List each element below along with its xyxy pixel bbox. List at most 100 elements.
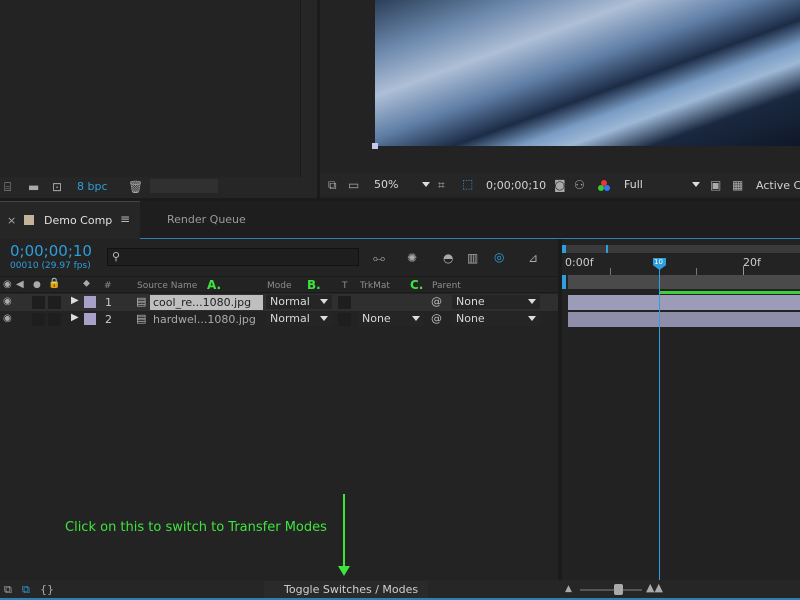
annotation-text: Click on this to switch to Transfer Mode… [65, 520, 327, 535]
layer-number: 2 [105, 313, 112, 326]
label-tag-icon[interactable]: ⬥ [83, 277, 90, 291]
mode-value: Normal [270, 295, 310, 308]
marker-c: C. [410, 278, 424, 292]
tab-demo-comp[interactable]: × Demo Comp ≡ [0, 201, 140, 239]
monitor-icon[interactable]: ▭ [348, 178, 359, 192]
safe-margins-icon[interactable]: ⌗ [438, 178, 445, 192]
viewer-anchor-handle[interactable] [372, 143, 378, 149]
audio-toggle[interactable] [32, 296, 45, 309]
column-parent[interactable]: Parent [432, 281, 461, 291]
lock-icon[interactable]: 🔒 [48, 277, 60, 291]
parent-pickwhip-icon[interactable]: @ [431, 295, 442, 308]
frame-blending-icon[interactable]: ▥ [467, 251, 478, 265]
graph-editor-icon[interactable]: ⊿ [528, 251, 538, 265]
work-area-bar[interactable] [562, 275, 800, 289]
layer-switches-pane-icon[interactable]: ⧉ [4, 583, 12, 597]
layer-name[interactable]: hardwel...1080.jpg [153, 313, 256, 326]
column-source-name[interactable]: Source Name [137, 281, 197, 291]
footage-file-icon: ▤ [136, 295, 147, 308]
layer-label-color[interactable] [84, 296, 96, 308]
preserve-transparency-toggle[interactable] [338, 313, 351, 326]
layer-search-field[interactable]: ⚲ [107, 248, 359, 266]
project-list-area [0, 0, 300, 177]
project-panel: ⌸ ▬ ⊡ 8 bpc 🗑 [0, 0, 317, 198]
audio-toggle[interactable] [32, 313, 45, 326]
expand-triangle-icon[interactable]: ▶ [71, 295, 79, 306]
eye-icon[interactable]: ◉ [3, 295, 12, 309]
zoom-out-mountain-icon[interactable]: ▲ [565, 582, 572, 596]
tab-menu-icon[interactable]: ≡ [120, 212, 130, 226]
mode-dropdown[interactable]: Normal [266, 295, 332, 309]
transfer-controls-pane-icon[interactable]: ⧉ [22, 583, 30, 597]
preserve-transparency-toggle[interactable] [338, 296, 351, 309]
trkmat-dropdown[interactable]: None [358, 312, 424, 326]
viewer-timecode[interactable]: 0;00;00;10 [486, 179, 546, 192]
layer-duration-bar[interactable] [568, 312, 800, 327]
layer-label-color[interactable] [84, 313, 96, 325]
region-of-interest-icon[interactable]: ⬚ [462, 177, 473, 191]
chevron-down-icon [692, 182, 700, 187]
snapshot-camera-icon[interactable]: ◙ [554, 178, 566, 192]
show-snapshot-icon[interactable]: ⚇ [574, 178, 585, 192]
time-navigator[interactable] [562, 245, 800, 253]
in-out-pane-icon[interactable]: {} [40, 583, 54, 597]
tab-label: Render Queue [167, 213, 246, 226]
current-time-indicator[interactable] [659, 265, 660, 580]
time-ruler[interactable]: 0:00f 20f [562, 254, 800, 275]
selection-indicator [660, 291, 800, 294]
close-icon[interactable]: × [7, 214, 16, 227]
parent-dropdown[interactable]: None [452, 312, 540, 326]
expand-triangle-icon[interactable]: ▶ [71, 312, 79, 323]
column-t[interactable]: T [342, 281, 348, 291]
tab-render-queue[interactable]: Render Queue [141, 201, 269, 239]
always-preview-icon[interactable]: ⧉ [328, 178, 337, 192]
eye-icon[interactable]: ◉ [3, 278, 12, 292]
channel-rgb-icon[interactable] [598, 180, 610, 192]
layer-row[interactable]: ◉ ▶ 2 ▤ hardwel...1080.jpg Normal None @… [0, 311, 558, 328]
lock-toggle[interactable] [48, 313, 61, 326]
eye-icon[interactable]: ◉ [3, 312, 12, 326]
project-scrollbar[interactable] [300, 0, 317, 177]
draft-3d-icon[interactable]: ✺ [407, 251, 417, 265]
trash-icon[interactable]: 🗑 [128, 180, 143, 194]
ruler-tick [610, 268, 611, 275]
column-trkmat[interactable]: TrkMat [360, 281, 390, 291]
motion-blur-icon[interactable]: ◎ [494, 250, 504, 264]
solo-icon[interactable]: ● [33, 278, 41, 292]
frame-info: 00010 (29.97 fps) [10, 261, 91, 271]
transparency-grid-icon[interactable]: ▦ [732, 178, 743, 192]
marker-a: A. [207, 278, 222, 292]
ruler-20f-label: 20f [743, 256, 761, 269]
current-time-display[interactable]: 0;00;00;10 [10, 242, 92, 260]
project-hscroll[interactable] [150, 179, 218, 193]
shy-layers-icon[interactable]: ◓ [443, 251, 453, 265]
layer-name[interactable]: cool_re...1080.jpg [150, 295, 263, 310]
parent-pickwhip-icon[interactable]: @ [431, 312, 442, 325]
interpret-footage-icon[interactable]: ⌸ [4, 180, 11, 194]
zoom-slider-thumb[interactable] [614, 584, 623, 595]
comp-mini-flowchart-icon[interactable]: ⧟ [373, 251, 385, 265]
new-composition-icon[interactable]: ⊡ [52, 180, 62, 194]
fast-previews-icon[interactable]: ▣ [710, 178, 721, 192]
lock-toggle[interactable] [48, 296, 61, 309]
audio-icon[interactable]: ◀ [16, 278, 24, 292]
layer-row[interactable]: ◉ ▶ 1 ▤ cool_re...1080.jpg Normal @ None [0, 294, 558, 311]
navigator-cti-mark [606, 245, 608, 253]
navigator-start-handle[interactable] [562, 245, 566, 253]
column-mode[interactable]: Mode [267, 281, 292, 291]
mode-dropdown[interactable]: Normal [266, 312, 332, 326]
zoom-in-mountain-icon[interactable]: ▲▲ [646, 581, 663, 595]
footage-file-icon: ▤ [136, 312, 147, 325]
cti-label: 10 [654, 258, 663, 266]
viewer-canvas[interactable] [375, 0, 800, 146]
bpc-label[interactable]: 8 bpc [77, 180, 108, 193]
work-area-start-bracket[interactable] [562, 275, 566, 289]
new-folder-icon[interactable]: ▬ [28, 180, 39, 194]
toggle-switches-modes-button[interactable]: Toggle Switches / Modes [264, 581, 428, 598]
active-camera-dropdown[interactable]: Active C [756, 179, 800, 192]
parent-dropdown[interactable]: None [452, 295, 540, 309]
resolution-dropdown[interactable]: Full [620, 178, 704, 192]
layer-duration-bar[interactable] [568, 291, 800, 310]
zoom-dropdown[interactable]: 50% [370, 178, 434, 192]
zoom-slider[interactable] [580, 584, 642, 595]
